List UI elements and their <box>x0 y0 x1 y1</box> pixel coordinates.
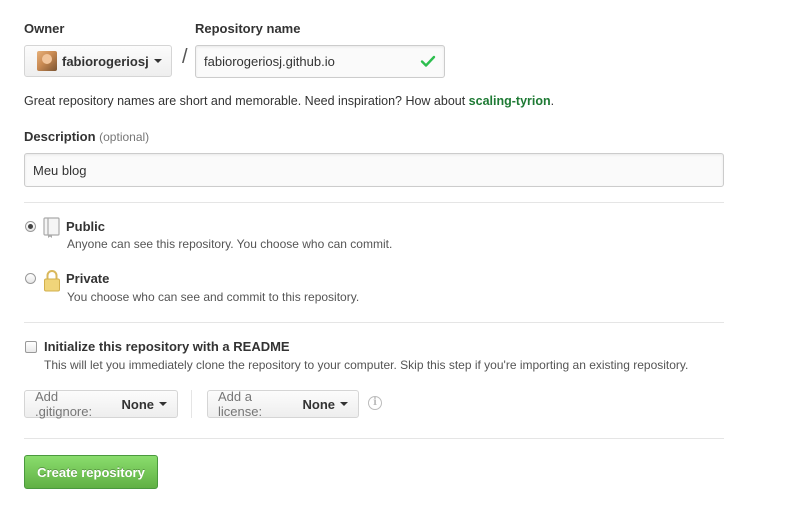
chevron-down-icon <box>340 402 348 406</box>
optional-note: (optional) <box>99 130 150 144</box>
book-icon <box>43 217 60 238</box>
description-value: Meu blog <box>33 162 87 178</box>
private-radio[interactable] <box>25 273 36 284</box>
gitignore-select[interactable]: Add .gitignore: None <box>24 389 178 419</box>
repo-name-label: Repository name <box>195 21 301 36</box>
owner-name: fabiorogeriosj <box>62 53 149 69</box>
divider <box>24 202 724 203</box>
hint-text: Great repository names are short and mem… <box>24 94 469 108</box>
license-prefix: Add a license: <box>218 389 263 419</box>
chevron-down-icon <box>159 402 167 406</box>
vertical-divider <box>191 390 192 418</box>
owner-label: Owner <box>24 21 65 36</box>
divider <box>24 322 724 323</box>
private-title: Private <box>66 271 110 286</box>
description-input[interactable]: Meu blog <box>24 153 724 187</box>
avatar <box>37 51 57 71</box>
lock-icon <box>44 270 60 292</box>
public-radio[interactable] <box>25 221 36 232</box>
description-label: Description (optional) <box>24 129 149 144</box>
readme-title: Initialize this repository with a README <box>44 339 290 354</box>
chevron-down-icon <box>153 59 162 63</box>
license-value: None <box>302 396 336 412</box>
gitignore-prefix: Add .gitignore: <box>35 389 93 419</box>
readme-checkbox[interactable] <box>25 341 37 353</box>
repo-name-value: fabiorogeriosj.github.io <box>204 54 335 69</box>
hint-suffix: . <box>550 94 555 108</box>
gitignore-value: None <box>121 396 155 412</box>
public-desc: Anyone can see this repository. You choo… <box>67 237 393 251</box>
repo-name-hint: Great repository names are short and mem… <box>24 94 554 108</box>
repo-name-input[interactable]: fabiorogeriosj.github.io <box>195 45 445 78</box>
check-icon <box>420 55 436 67</box>
owner-repo-separator: / <box>182 46 188 68</box>
license-select[interactable]: Add a license: None <box>207 389 359 419</box>
owner-select[interactable]: fabiorogeriosj <box>24 45 172 77</box>
public-title: Public <box>66 219 106 234</box>
create-repository-button[interactable]: Create repository <box>24 455 158 489</box>
divider <box>24 438 724 439</box>
private-desc: You choose who can see and commit to thi… <box>67 290 360 304</box>
readme-desc: This will let you immediately clone the … <box>44 358 689 372</box>
description-label-text: Description <box>24 129 96 144</box>
info-icon[interactable]: i <box>368 396 382 410</box>
suggested-name-link[interactable]: scaling-tyrion <box>469 94 551 108</box>
